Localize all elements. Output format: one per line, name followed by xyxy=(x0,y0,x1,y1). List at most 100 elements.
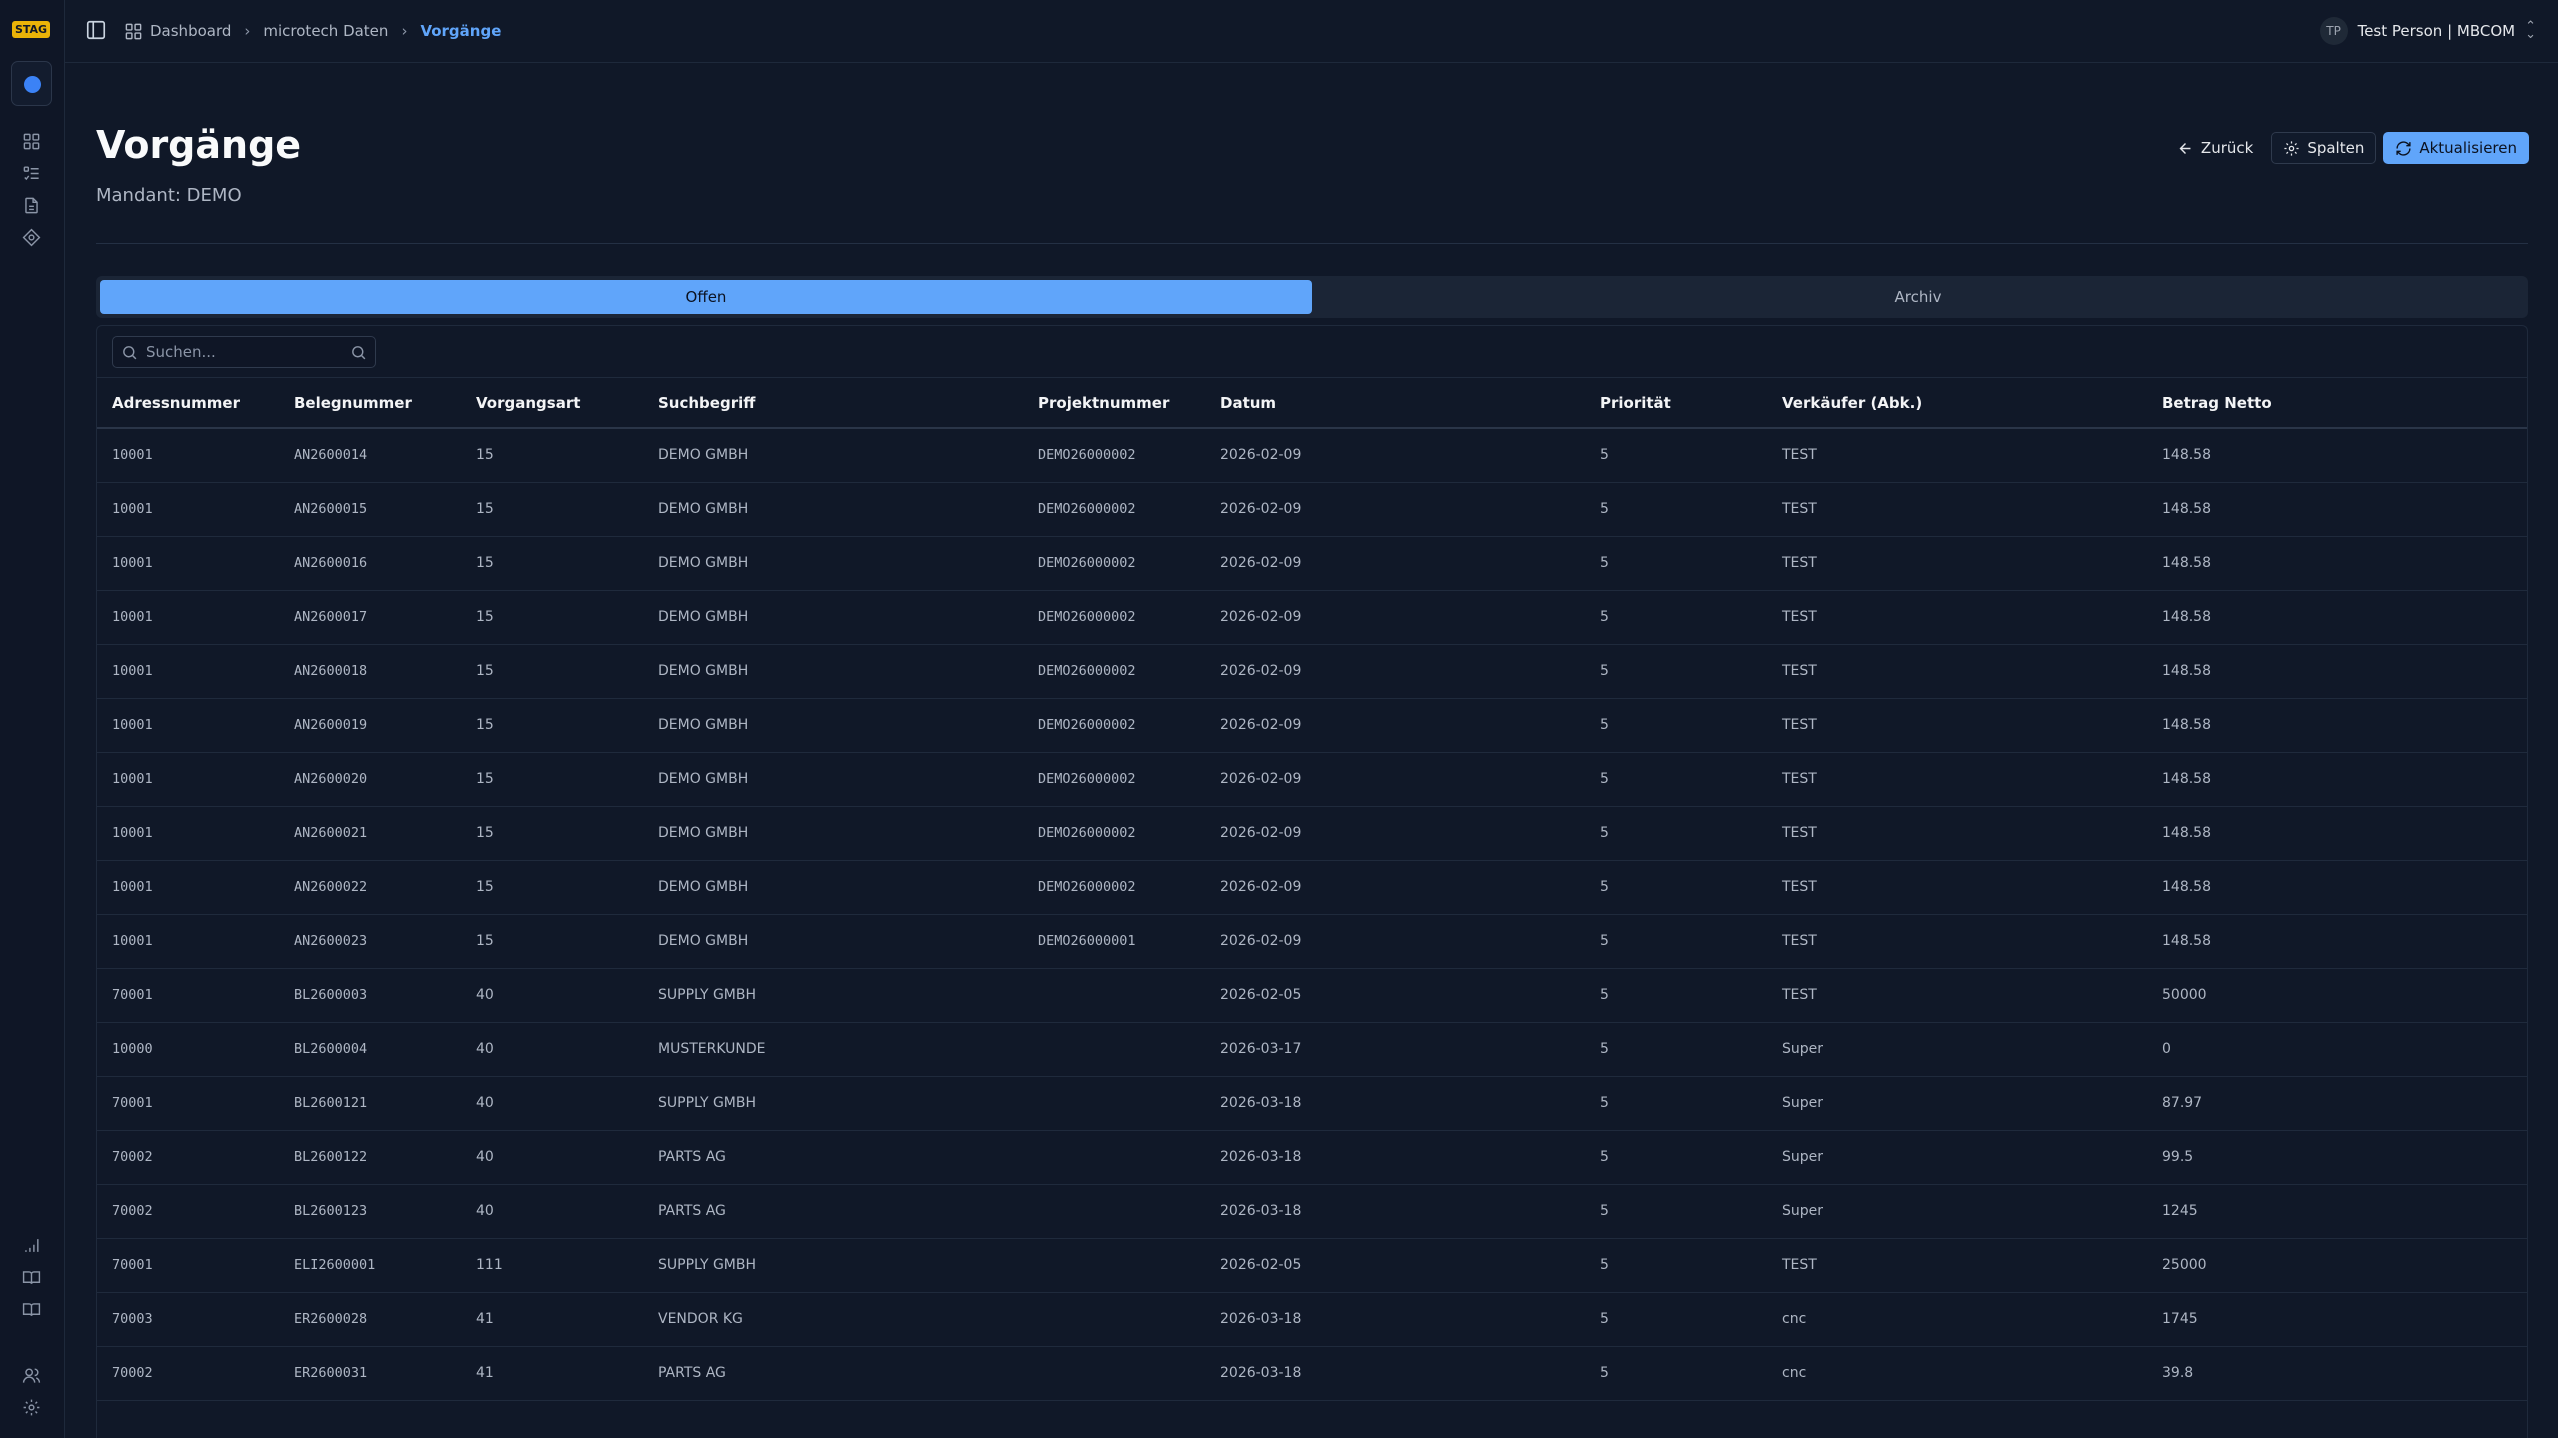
column-header-verkaeufer[interactable]: Verkäufer (Abk.) xyxy=(1767,378,2147,429)
sidebar-tasklist-icon[interactable] xyxy=(21,163,41,183)
cell-datum: 2026-03-18 xyxy=(1205,1346,1585,1401)
breadcrumb-microtech[interactable]: microtech Daten xyxy=(263,22,388,40)
column-header-vorgangsart[interactable]: Vorgangsart xyxy=(461,378,643,429)
table-row[interactable]: 70001 ELI2600001 111 SUPPLY GMBH 2026-02-05 5… xyxy=(97,1238,2527,1293)
cell-adressnummer: 10001 xyxy=(97,914,279,969)
cell-prioritaet: 5 xyxy=(1585,1292,1767,1347)
cell-adressnummer: 10001 xyxy=(97,482,279,537)
cell-belegnummer: AN2600018 xyxy=(279,644,461,699)
cell-datum: 2026-03-18 xyxy=(1205,1184,1585,1239)
sidebar-users-icon[interactable] xyxy=(21,1365,41,1385)
column-header-adressnummer[interactable]: Adressnummer xyxy=(97,378,279,429)
column-header-datum[interactable]: Datum xyxy=(1205,378,1585,429)
page-title: Vorgänge xyxy=(96,123,302,167)
cell-adressnummer: 70001 xyxy=(97,1076,279,1131)
table-row[interactable]: 70002 ER2600031 41 PARTS AG 2026-03-18 5 cnc 39… xyxy=(97,1346,2527,1401)
sidebar-docs-icon[interactable] xyxy=(21,1299,41,1319)
user-menu[interactable]: TP Test Person | MBCOM ⌃ ⌄ xyxy=(2319,17,2536,45)
cell-prioritaet: 5 xyxy=(1585,806,1767,861)
column-header-belegnummer[interactable]: Belegnummer xyxy=(279,378,461,429)
table-row[interactable]: 70001 BL2600003 40 SUPPLY GMBH 2026-02-05 5 TE… xyxy=(97,968,2527,1023)
table-row[interactable]: 10001 AN2600022 15 DEMO GMBH DEMO26000002 202… xyxy=(97,860,2527,915)
app-logo-icon xyxy=(24,76,41,93)
tab-offen[interactable]: Offen xyxy=(100,280,1312,314)
cell-betrag-netto: 39.8 xyxy=(2147,1346,2527,1401)
cell-suchbegriff: SUPPLY GMBH xyxy=(643,968,1023,1023)
cell-adressnummer: 70003 xyxy=(97,1292,279,1347)
cell-suchbegriff: DEMO GMBH xyxy=(643,752,1023,807)
breadcrumb-label: Vorgänge xyxy=(420,22,502,40)
cell-datum: 2026-02-09 xyxy=(1205,482,1585,537)
sidebar-document-icon[interactable] xyxy=(21,195,41,215)
cell-datum: 2026-03-18 xyxy=(1205,1076,1585,1131)
table-row[interactable]: 70003 ER2600028 41 VENDOR KG 2026-03-18 5 cnc 1… xyxy=(97,1292,2527,1347)
table-row[interactable]: 70002 BL2600123 40 PARTS AG 2026-03-18 5 Super… xyxy=(97,1184,2527,1239)
avatar: TP xyxy=(2319,17,2348,45)
cell-suchbegriff: DEMO GMBH xyxy=(643,806,1023,861)
table-row[interactable]: 10001 AN2600019 15 DEMO GMBH DEMO26000002 202… xyxy=(97,698,2527,753)
table-row[interactable]: 70001 BL2600121 40 SUPPLY GMBH 2026-03-18 5 Su… xyxy=(97,1076,2527,1131)
search-submit-icon[interactable] xyxy=(350,344,367,361)
cell-suchbegriff: DEMO GMBH xyxy=(643,914,1023,969)
table-row[interactable]: 10001 AN2600017 15 DEMO GMBH DEMO26000002 202… xyxy=(97,590,2527,645)
table-row[interactable]: 70002 BL2600122 40 PARTS AG 2026-03-18 5 Super… xyxy=(97,1130,2527,1185)
columns-button[interactable]: Spalten xyxy=(2271,132,2377,164)
cell-projektnummer: DEMO26000002 xyxy=(1023,806,1205,861)
back-button[interactable]: Zurück xyxy=(2166,132,2264,164)
cell-prioritaet: 5 xyxy=(1585,428,1767,483)
cell-belegnummer: AN2600014 xyxy=(279,428,461,483)
cell-suchbegriff: PARTS AG xyxy=(643,1130,1023,1185)
cell-belegnummer: BL2600123 xyxy=(279,1184,461,1239)
cell-belegnummer: AN2600023 xyxy=(279,914,461,969)
cell-belegnummer: BL2600003 xyxy=(279,968,461,1023)
cell-vorgangsart: 15 xyxy=(461,698,643,753)
search-input[interactable] xyxy=(138,343,350,361)
column-header-prioritaet[interactable]: Priorität xyxy=(1585,378,1767,429)
cell-adressnummer: 70002 xyxy=(97,1346,279,1401)
column-header-suchbegriff[interactable]: Suchbegriff xyxy=(643,378,1023,429)
refresh-button[interactable]: Aktualisieren xyxy=(2383,132,2529,164)
table-row[interactable]: 10001 AN2600014 15 DEMO GMBH DEMO26000002 202… xyxy=(97,428,2527,483)
cell-verkaeufer: TEST xyxy=(1767,482,2147,537)
cell-prioritaet: 5 xyxy=(1585,914,1767,969)
cell-datum: 2026-03-18 xyxy=(1205,1292,1585,1347)
cell-projektnummer: DEMO26000002 xyxy=(1023,536,1205,591)
cell-suchbegriff: VENDOR KG xyxy=(643,1292,1023,1347)
columns-button-label: Spalten xyxy=(2307,139,2365,157)
sidebar-toggle-icon[interactable] xyxy=(85,19,107,41)
sidebar-book-icon[interactable] xyxy=(21,1267,41,1287)
column-header-projektnummer[interactable]: Projektnummer xyxy=(1023,378,1205,429)
table-row[interactable]: 10001 AN2600015 15 DEMO GMBH DEMO26000002 202… xyxy=(97,482,2527,537)
cell-projektnummer: DEMO26000002 xyxy=(1023,428,1205,483)
cell-vorgangsart: 15 xyxy=(461,806,643,861)
cell-datum: 2026-02-09 xyxy=(1205,914,1585,969)
table-row[interactable]: 10001 AN2600021 15 DEMO GMBH DEMO26000002 202… xyxy=(97,806,2527,861)
cell-verkaeufer: TEST xyxy=(1767,752,2147,807)
table-row[interactable]: 10000 BL2600004 40 MUSTERKUNDE 2026-03-17 5 Su… xyxy=(97,1022,2527,1077)
table-row[interactable]: 10001 AN2600023 15 DEMO GMBH DEMO26000001 202… xyxy=(97,914,2527,969)
cell-datum: 2026-02-05 xyxy=(1205,968,1585,1023)
column-header-betrag-netto[interactable]: Betrag Netto xyxy=(2147,378,2527,429)
cell-verkaeufer: TEST xyxy=(1767,428,2147,483)
sidebar-tag-icon[interactable] xyxy=(21,227,41,247)
sidebar-dashboard-icon[interactable] xyxy=(21,131,41,151)
table-panel: AdressnummerBelegnummerVorgangsartSuchbe… xyxy=(96,325,2528,1438)
breadcrumb-label: Dashboard xyxy=(150,22,232,40)
tab-archiv[interactable]: Archiv xyxy=(1312,280,2524,314)
table-row[interactable]: 10001 AN2600020 15 DEMO GMBH DEMO26000002 202… xyxy=(97,752,2527,807)
table-row[interactable]: 10001 AN2600016 15 DEMO GMBH DEMO26000002 202… xyxy=(97,536,2527,591)
sidebar-settings-icon[interactable] xyxy=(21,1397,41,1417)
cell-adressnummer: 10001 xyxy=(97,536,279,591)
table-row[interactable]: 10001 AN2600018 15 DEMO GMBH DEMO26000002 202… xyxy=(97,644,2527,699)
sidebar-signal-icon[interactable] xyxy=(21,1235,41,1255)
cell-suchbegriff: PARTS AG xyxy=(643,1184,1023,1239)
cell-adressnummer: 10001 xyxy=(97,860,279,915)
app-logo-button[interactable] xyxy=(11,61,52,106)
breadcrumb-dashboard[interactable]: Dashboard xyxy=(124,22,231,41)
cell-projektnummer xyxy=(1023,1184,1205,1239)
cell-datum: 2026-02-09 xyxy=(1205,698,1585,753)
cell-verkaeufer: Super xyxy=(1767,1022,2147,1077)
table-header-row: Adressnummer Belegnummer Vorgangsart Suchbe… xyxy=(97,378,2527,429)
breadcrumb-current: Vorgänge xyxy=(420,22,501,40)
cell-verkaeufer: TEST xyxy=(1767,536,2147,591)
